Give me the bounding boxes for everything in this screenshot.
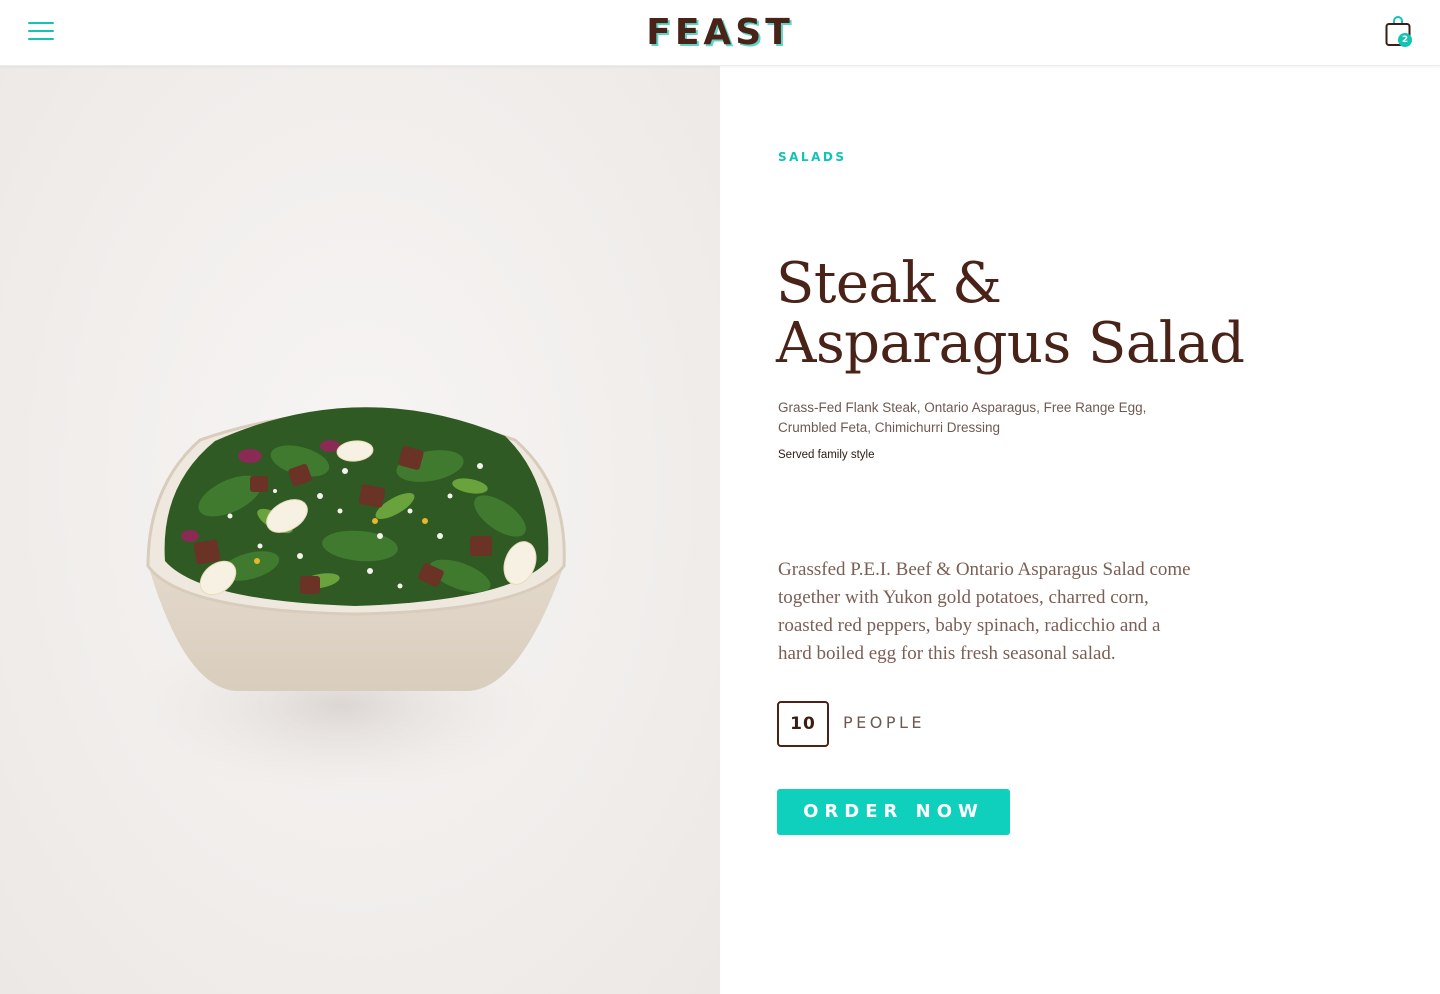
product-title-line-2: Asparagus Salad <box>776 311 1245 376</box>
ingredients-line-2: Crumbled Feta, Chimichurri Dressing <box>778 420 1001 435</box>
product-title-line-1: Steak & <box>776 251 1002 316</box>
ingredients-list: Grass-Fed Flank Steak, Ontario Asparagus… <box>778 398 1198 438</box>
product-title: Steak & Asparagus Salad <box>776 254 1296 374</box>
site-header: FEAST 2 <box>0 0 1440 66</box>
salad-bowl-illustration <box>130 407 566 796</box>
product-description: Grassfed P.E.I. Beef & Ontario Asparagus… <box>778 556 1248 668</box>
site-logo[interactable]: FEAST <box>0 12 1440 53</box>
description-line: together with Yukon gold potatoes, charr… <box>778 587 1149 608</box>
serving-style-note: Served family style <box>778 449 875 461</box>
cart-button[interactable]: 2 <box>1384 16 1416 50</box>
order-now-button[interactable]: ORDER NOW <box>777 789 1010 835</box>
product-image <box>0 66 720 994</box>
cart-count-badge: 2 <box>1398 33 1412 47</box>
ingredients-line-1: Grass-Fed Flank Steak, Ontario Asparagus… <box>778 400 1147 415</box>
category-label[interactable]: SALADS <box>778 150 846 164</box>
description-line: Grassfed P.E.I. Beef & Ontario Asparagus… <box>778 559 1191 580</box>
people-quantity-input[interactable]: 10 <box>777 701 829 747</box>
description-line: hard boiled egg for this fresh seasonal … <box>778 643 1116 664</box>
description-line: roasted red peppers, baby spinach, radic… <box>778 615 1161 636</box>
people-unit-label: PEOPLE <box>843 713 926 732</box>
